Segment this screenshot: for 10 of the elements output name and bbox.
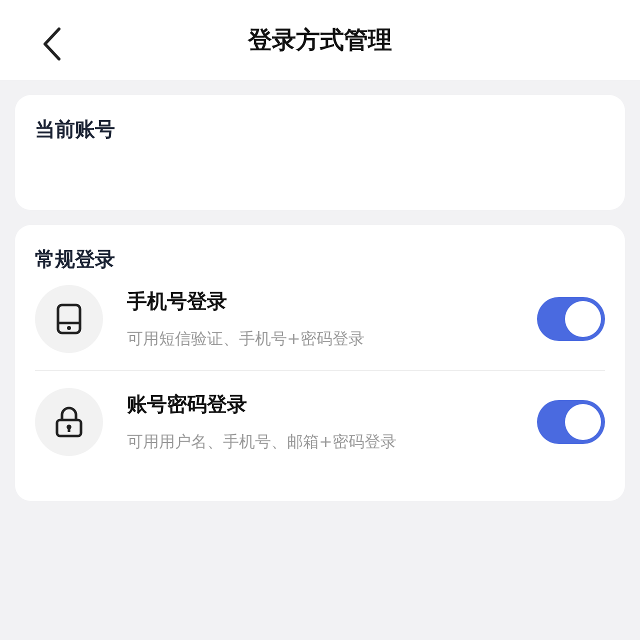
toggle-switch[interactable] — [537, 297, 605, 341]
card-title: 当前账号 — [35, 117, 115, 141]
section-title: 常规登录 — [35, 246, 116, 273]
method-description: 可用用户名、手机号、邮箱+密码登录 — [127, 432, 398, 453]
page-title: 登录方式管理 — [248, 25, 392, 56]
toggle-switch[interactable] — [537, 400, 605, 444]
method-title: 手机号登录 — [127, 288, 228, 315]
method-title: 账号密码登录 — [127, 391, 248, 418]
method-description: 可用短信验证、手机号+密码登录 — [127, 329, 366, 350]
back-icon[interactable] — [42, 27, 62, 61]
